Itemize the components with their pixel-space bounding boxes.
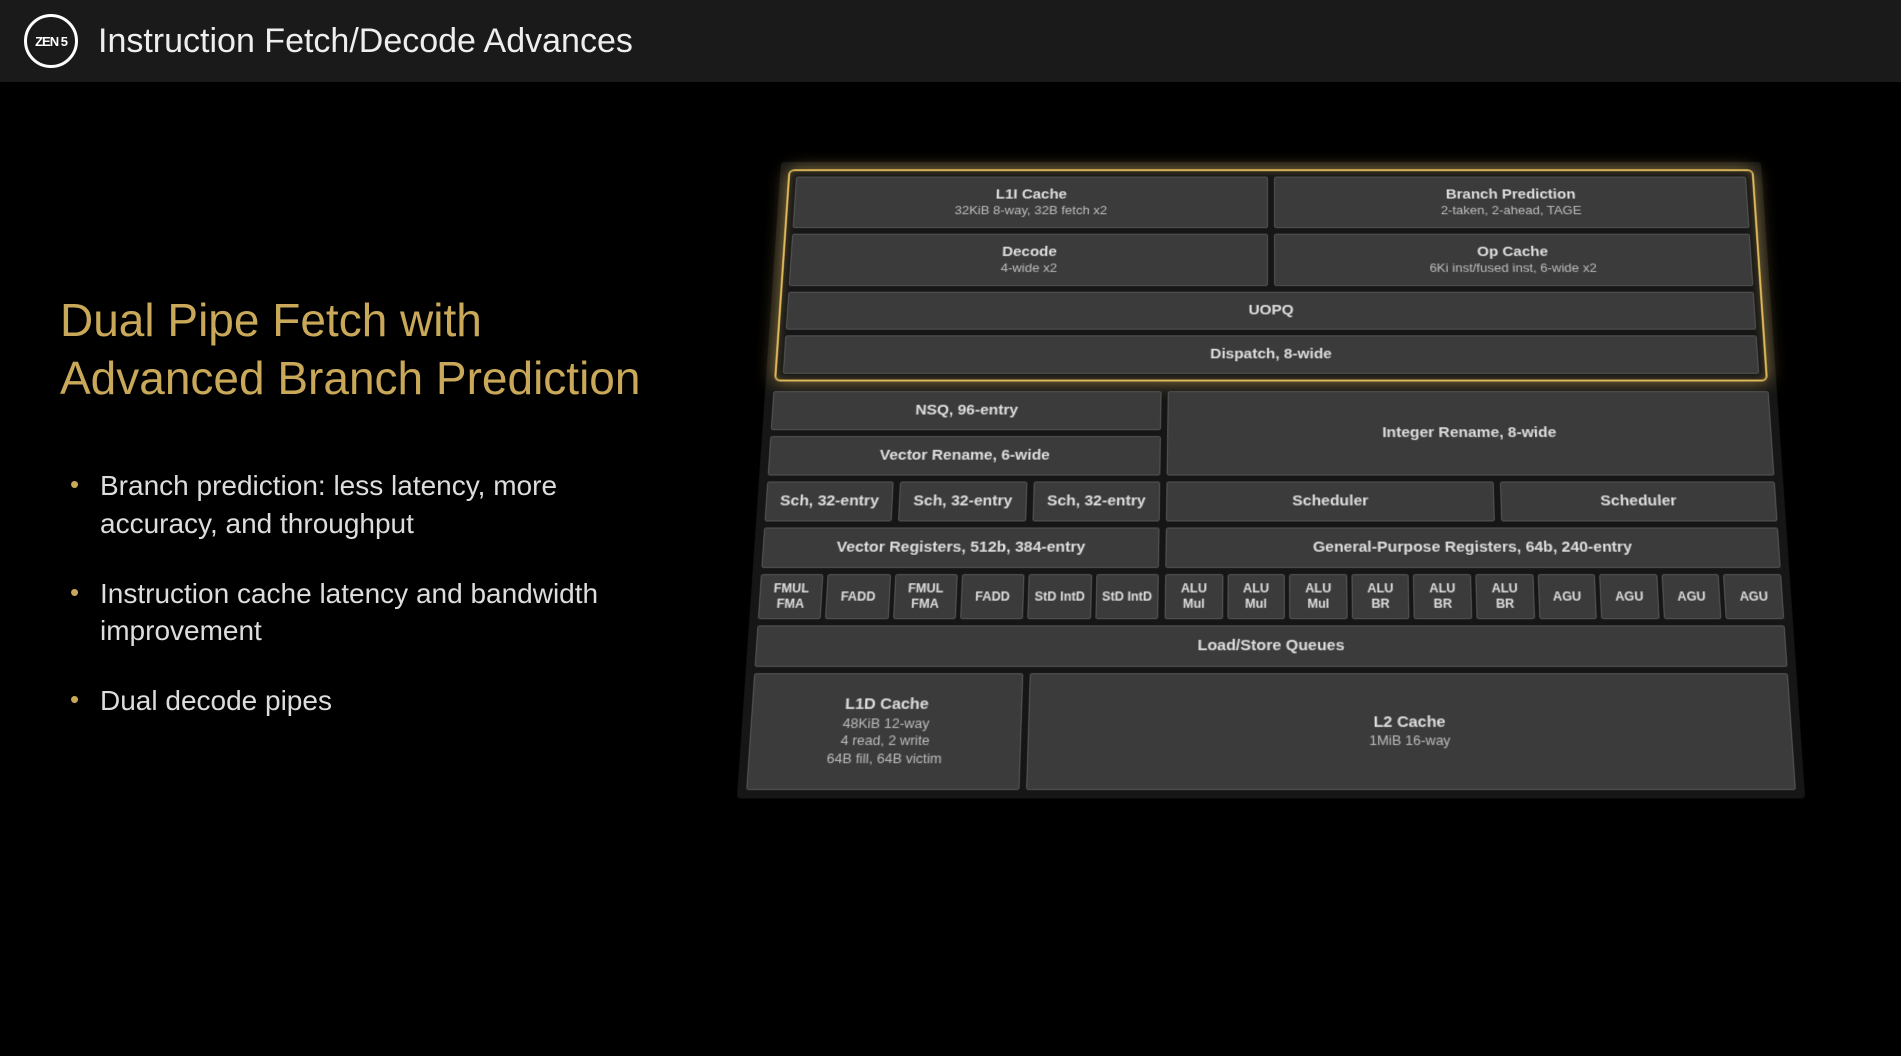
op-cache-block: Op Cache 6Ki inst/fused inst, 6-wide x2 — [1274, 234, 1753, 286]
load-store-queues-block: Load/Store Queues — [754, 625, 1787, 667]
dispatch-block: Dispatch, 8-wide — [782, 335, 1758, 373]
exec-unit: ALU Mul — [1226, 574, 1284, 619]
branch-prediction-block: Branch Prediction 2-taken, 2-ahead, TAGE — [1274, 177, 1749, 229]
sch-block: Sch, 32-entry — [764, 481, 894, 521]
scheduler-block: Scheduler — [1165, 481, 1494, 521]
logo-text: ZEN 5 — [35, 35, 67, 48]
scheduler-block: Scheduler — [1500, 481, 1777, 521]
uopq-block: UOPQ — [785, 292, 1755, 330]
microarch-diagram: L1I Cache 32KiB 8-way, 32B fetch x2 Bran… — [736, 162, 1804, 799]
vector-rename-block: Vector Rename, 6-wide — [767, 436, 1160, 475]
block-title: L1I Cache — [995, 186, 1067, 203]
bullet-item: Dual decode pipes — [70, 682, 660, 720]
fetch-decode-highlight: L1I Cache 32KiB 8-way, 32B fetch x2 Bran… — [774, 169, 1768, 381]
diagram-wrapper: L1I Cache 32KiB 8-way, 32B fetch x2 Bran… — [700, 162, 1841, 804]
l1i-cache-block: L1I Cache 32KiB 8-way, 32B fetch x2 — [792, 177, 1267, 229]
block-title: Branch Prediction — [1445, 186, 1575, 203]
block-title: Op Cache — [1476, 243, 1548, 260]
sch-block: Sch, 32-entry — [1032, 481, 1160, 521]
exec-unit: ALU BR — [1351, 574, 1410, 619]
exec-unit: StD IntD — [1027, 574, 1091, 619]
bullet-item: Instruction cache latency and bandwidth … — [70, 575, 660, 651]
exec-unit: FADD — [960, 574, 1025, 619]
exec-unit: FMUL FMA — [892, 574, 957, 619]
block-sub: 32KiB 8-way, 32B fetch x2 — [954, 203, 1107, 218]
block-sub: 4-wide x2 — [1000, 261, 1057, 276]
block-title: L1D Cache — [844, 695, 928, 715]
section-heading: Dual Pipe Fetch with Advanced Branch Pre… — [60, 292, 660, 407]
vector-registers-block: Vector Registers, 512b, 384-entry — [761, 527, 1159, 567]
zen5-logo: ZEN 5 — [24, 14, 78, 68]
exec-unit: AGU — [1537, 574, 1597, 619]
exec-unit: AGU — [1723, 574, 1784, 619]
sch-block: Sch, 32-entry — [898, 481, 1027, 521]
header-bar: ZEN 5 Instruction Fetch/Decode Advances — [0, 0, 1901, 82]
block-title: Dispatch, 8-wide — [1210, 346, 1332, 364]
block-sub: 6Ki inst/fused inst, 6-wide x2 — [1429, 261, 1597, 276]
block-sub: 2-taken, 2-ahead, TAGE — [1440, 203, 1581, 218]
bullet-list: Branch prediction: less latency, more ac… — [60, 467, 660, 720]
exec-unit: FMUL FMA — [757, 574, 823, 619]
header-title: Instruction Fetch/Decode Advances — [98, 22, 633, 61]
exec-unit: AGU — [1661, 574, 1721, 619]
exec-unit: AGU — [1599, 574, 1659, 619]
content-area: Dual Pipe Fetch with Advanced Branch Pre… — [0, 122, 1901, 844]
exec-unit: StD IntD — [1094, 574, 1158, 619]
block-title: Decode — [1001, 243, 1056, 260]
block-title: L2 Cache — [1373, 713, 1445, 733]
block-title: UOPQ — [1248, 302, 1293, 320]
integer-rename-block: Integer Rename, 8-wide — [1166, 391, 1774, 475]
decode-block: Decode 4-wide x2 — [788, 234, 1267, 286]
l1d-cache-block: L1D Cache 48KiB 12-way 4 read, 2 write 6… — [746, 673, 1023, 790]
gp-registers-block: General-Purpose Registers, 64b, 240-entr… — [1165, 527, 1780, 567]
l2-cache-block: L2 Cache 1MiB 16-way — [1025, 673, 1795, 790]
exec-unit: ALU Mul — [1164, 574, 1222, 619]
exec-unit: ALU Mul — [1289, 574, 1347, 619]
left-panel: Dual Pipe Fetch with Advanced Branch Pre… — [60, 162, 660, 752]
exec-unit: FADD — [825, 574, 890, 619]
exec-unit: ALU BR — [1413, 574, 1472, 619]
exec-unit: ALU BR — [1475, 574, 1534, 619]
nsq-block: NSQ, 96-entry — [770, 391, 1161, 430]
bullet-item: Branch prediction: less latency, more ac… — [70, 467, 660, 543]
